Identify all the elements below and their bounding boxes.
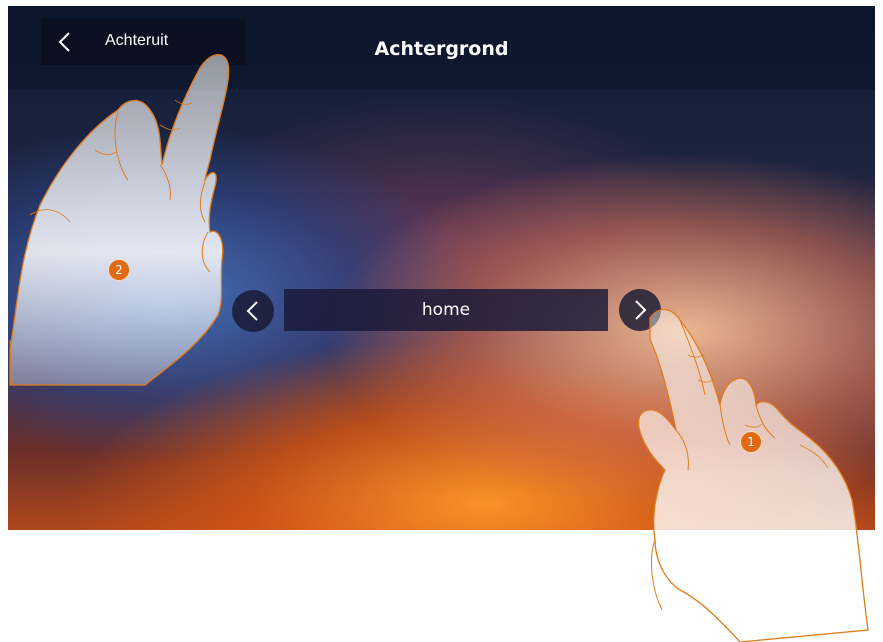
previous-background-button[interactable] bbox=[232, 290, 274, 332]
chevron-left-icon bbox=[246, 301, 258, 321]
next-background-button[interactable] bbox=[619, 289, 661, 331]
chevron-right-icon bbox=[635, 300, 647, 320]
page-title: Achtergrond bbox=[374, 38, 509, 60]
page: Achteruit Achtergrond home 2 1 bbox=[0, 0, 883, 642]
step-badge-2: 2 bbox=[108, 259, 130, 281]
background-selector-value: home bbox=[284, 289, 608, 331]
step-badge-1: 1 bbox=[740, 431, 762, 453]
